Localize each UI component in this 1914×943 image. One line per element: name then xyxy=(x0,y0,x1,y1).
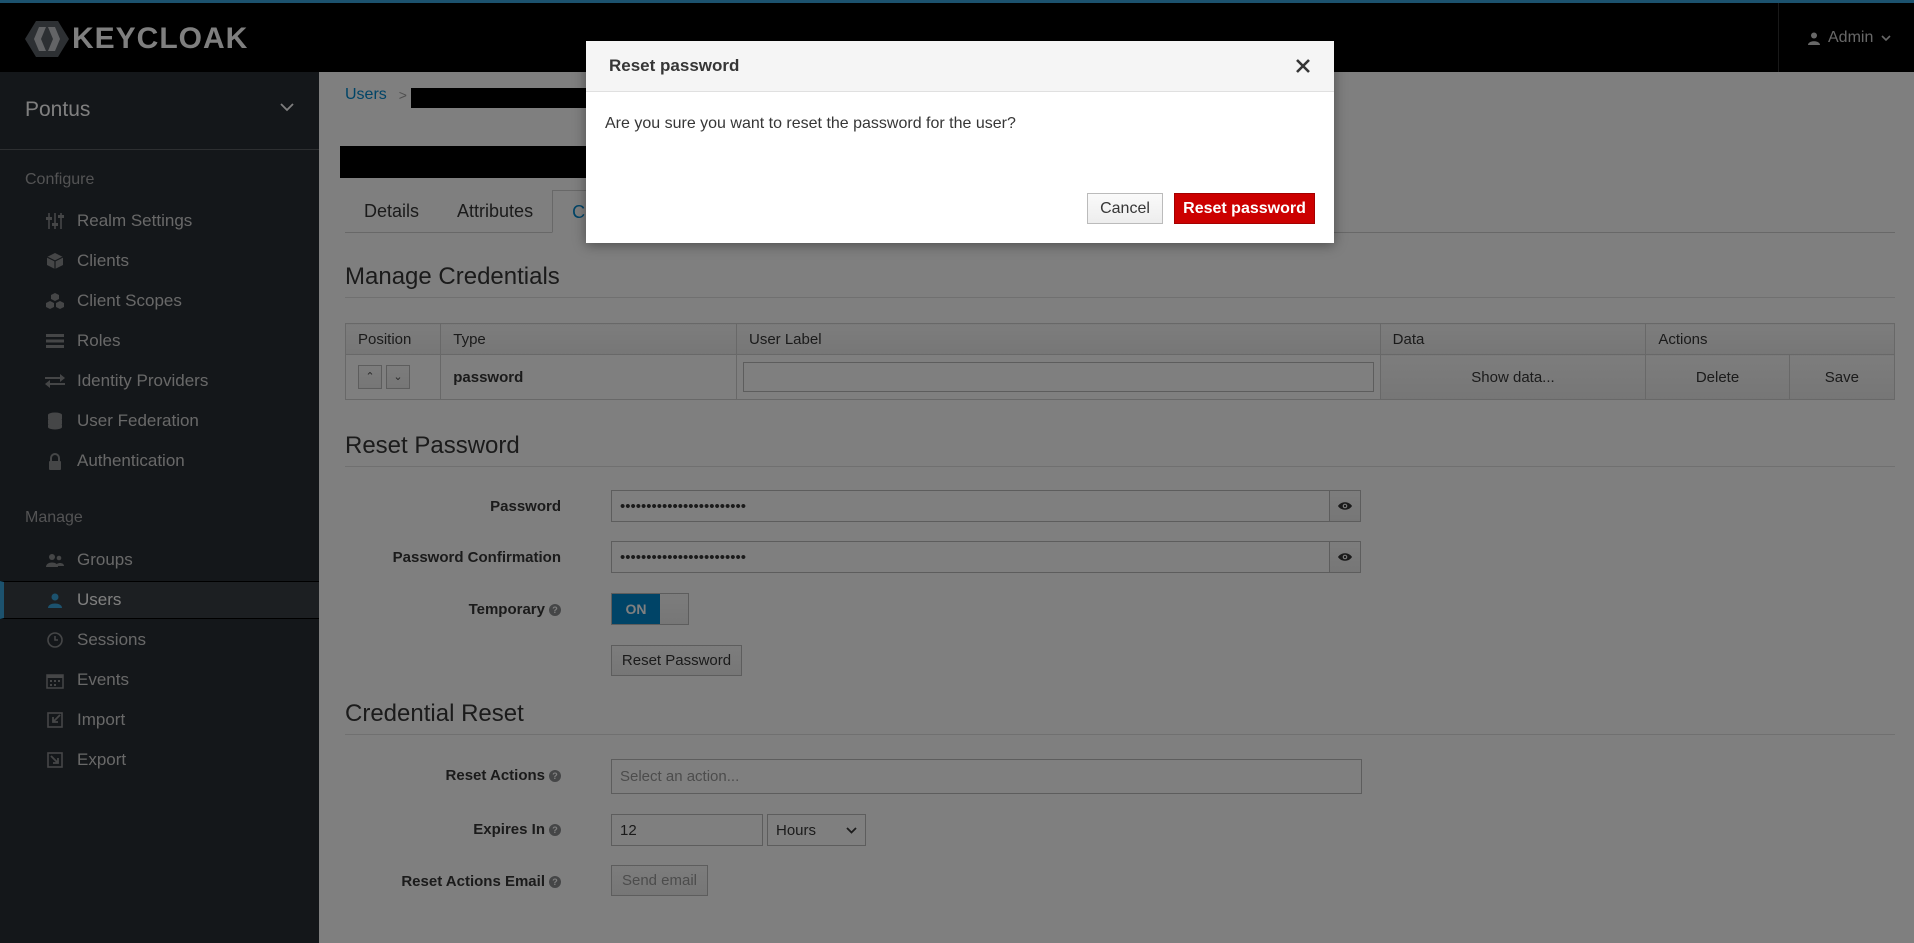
close-icon xyxy=(1296,59,1310,73)
close-button[interactable] xyxy=(1291,54,1315,78)
reset-password-dialog: Reset password Are you sure you want to … xyxy=(586,41,1334,243)
dialog-header: Reset password xyxy=(586,41,1334,92)
dialog-title: Reset password xyxy=(609,56,740,75)
cancel-button[interactable]: Cancel xyxy=(1087,193,1163,224)
dialog-message: Are you sure you want to reset the passw… xyxy=(605,115,1016,132)
confirm-reset-password-button[interactable]: Reset password xyxy=(1174,193,1315,224)
